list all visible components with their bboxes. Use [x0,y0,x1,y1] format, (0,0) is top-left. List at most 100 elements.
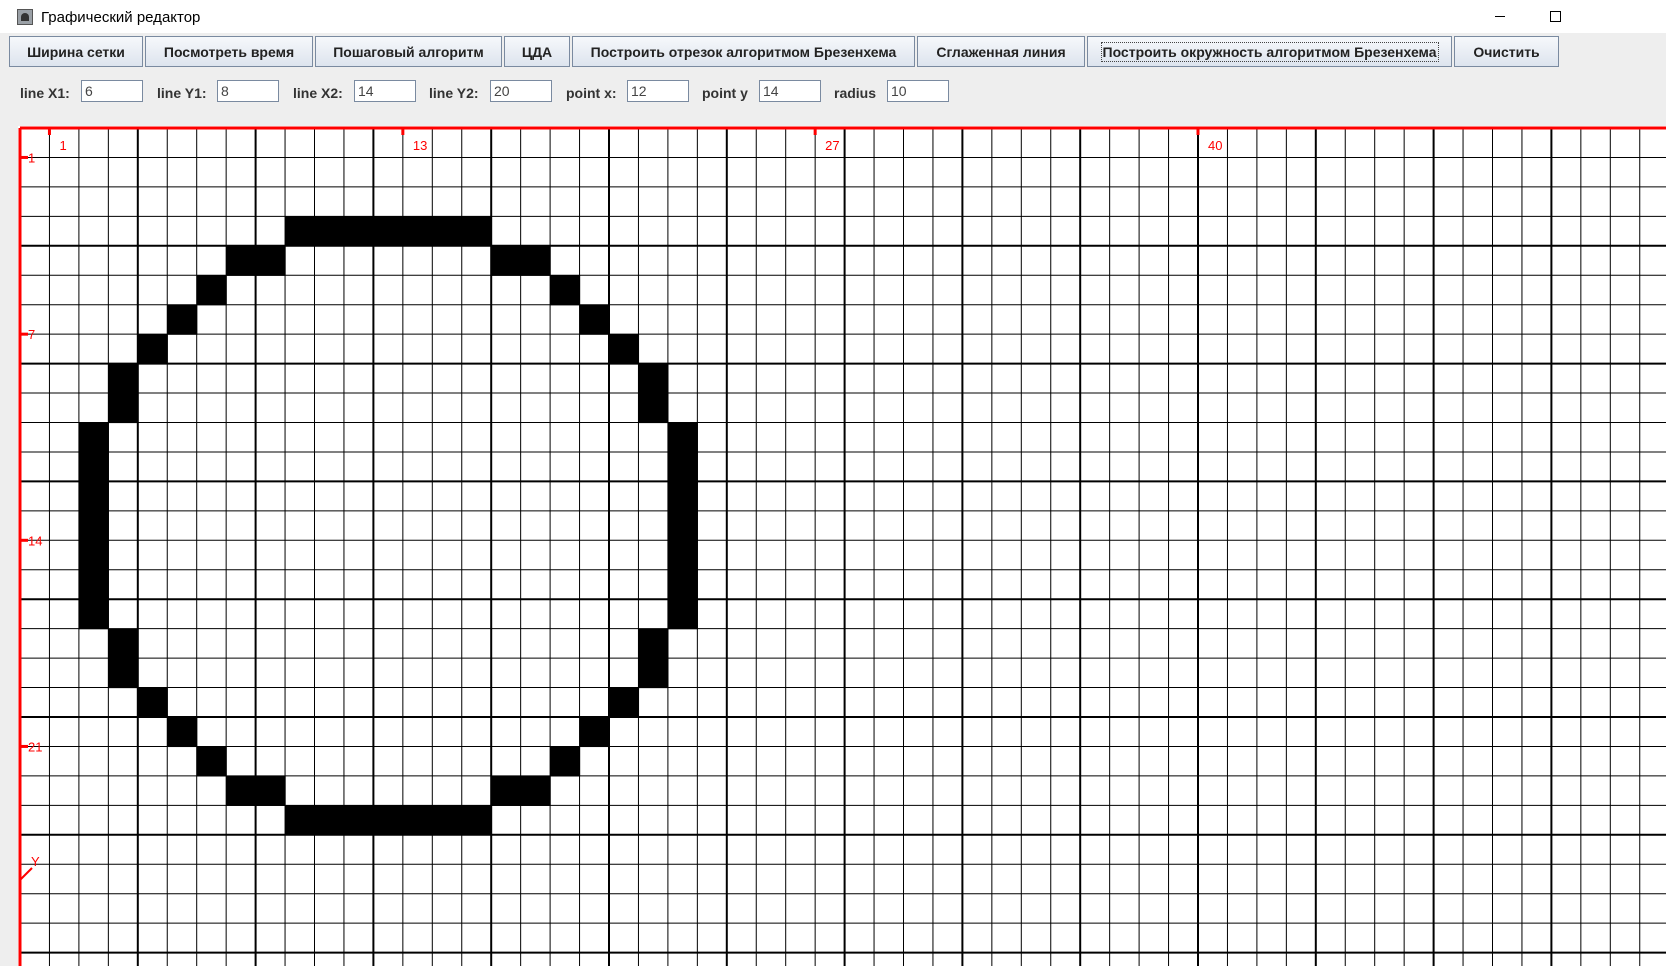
filled-pixel [520,775,551,806]
filled-pixel [373,216,404,247]
filled-pixel [638,628,669,659]
x-axis-tick-label: 13 [413,138,427,153]
filled-pixel [638,363,669,394]
filled-pixel [108,393,139,424]
smooth-line-button[interactable]: Сглаженная линия [917,36,1085,67]
bresenham-line-button-label: Построить отрезок алгоритмом Брезенхема [590,43,897,60]
filled-pixel [78,569,109,600]
radius-label: radius [834,85,877,101]
x-axis-tick-label: 40 [1208,138,1222,153]
filled-pixel [196,746,227,777]
filled-pixel [137,687,168,718]
y-axis-label: Y [31,854,40,869]
line-x2-label: line X2: [293,85,343,101]
filled-pixel [343,805,374,836]
line-y1-label: line Y1: [157,85,207,101]
step-algorithm-button[interactable]: Пошаговый алгоритм [315,36,502,67]
filled-pixel [167,717,198,748]
filled-pixel [78,599,109,630]
filled-pixel [609,334,640,365]
maximize-icon[interactable] [1545,6,1565,26]
filled-pixel [491,775,522,806]
dda-button-label: ЦДА [521,43,553,60]
filled-pixel [667,422,698,453]
step-algorithm-button-label: Пошаговый алгоритм [333,43,484,60]
filled-pixel [137,334,168,365]
filled-pixel [609,687,640,718]
filled-pixel [550,746,581,777]
dda-button[interactable]: ЦДА [504,36,570,67]
filled-pixel [226,245,257,276]
line-y1-input[interactable] [217,80,279,102]
filled-pixel [285,216,316,247]
filled-pixel [432,216,463,247]
filled-pixel [491,245,522,276]
smooth-line-button-label: Сглаженная линия [936,43,1066,60]
y-axis-tick-label: 1 [28,150,35,165]
filled-pixels [78,216,698,836]
y-axis-tick-label: 21 [28,739,42,754]
filled-pixel [226,775,257,806]
parameters-row: line X1: line Y1: line X2: line Y2: poin… [0,71,1666,121]
clear-button-label: Очистить [1473,43,1540,60]
minimize-icon[interactable] [1490,6,1510,26]
filled-pixel [667,451,698,482]
line-x1-label: line X1: [20,85,70,101]
view-time-button[interactable]: Посмотреть время [145,36,313,67]
filled-pixel [667,510,698,541]
filled-pixel [108,363,139,394]
bresenham-circle-button-label: Построить окружность алгоритмом Брезенхе… [1100,41,1439,62]
radius-input[interactable] [887,80,949,102]
y-axis-tick-label: 14 [28,533,42,548]
filled-pixel [550,275,581,306]
filled-pixel [78,510,109,541]
y-axis-tick-label: 7 [28,327,35,342]
filled-pixel [402,805,433,836]
filled-pixel [78,481,109,512]
x-axis-tick-label: 1 [59,138,66,153]
line-x1-input[interactable] [81,80,143,102]
bresenham-line-button[interactable]: Построить отрезок алгоритмом Брезенхема [572,36,915,67]
filled-pixel [78,540,109,571]
point-y-input[interactable] [759,80,821,102]
filled-pixel [667,540,698,571]
filled-pixel [667,569,698,600]
grid-width-button-label: Ширина сетки [27,43,125,60]
drawing-canvas[interactable]: 1 13 27 40 1 7 14 21 Y [18,126,1666,966]
filled-pixel [432,805,463,836]
line-y2-label: line Y2: [429,85,479,101]
filled-pixel [314,805,345,836]
clear-button[interactable]: Очистить [1454,36,1559,67]
filled-pixel [255,245,286,276]
filled-pixel [579,717,610,748]
toolbar: Ширина сетки Посмотреть время Пошаговый … [0,33,1666,71]
filled-pixel [108,658,139,689]
filled-pixel [78,422,109,453]
filled-pixel [373,805,404,836]
point-x-input[interactable] [627,80,689,102]
filled-pixel [108,628,139,659]
filled-pixel [402,216,433,247]
filled-pixel [520,245,551,276]
line-x2-input[interactable] [354,80,416,102]
point-y-label: point y [702,85,748,101]
filled-pixel [638,658,669,689]
filled-pixel [167,304,198,335]
filled-pixel [579,304,610,335]
window-title: Графический редактор [41,9,201,26]
filled-pixel [667,599,698,630]
title-bar: Графический редактор [0,0,1666,33]
filled-pixel [196,275,227,306]
filled-pixel [255,775,286,806]
filled-pixel [78,451,109,482]
line-y2-input[interactable] [490,80,552,102]
bresenham-circle-button[interactable]: Построить окружность алгоритмом Брезенхе… [1087,36,1452,67]
filled-pixel [667,481,698,512]
filled-pixel [461,216,492,247]
pixel-grid[interactable]: 1 13 27 40 1 7 14 21 Y [18,126,1666,966]
point-x-label: point x: [566,85,617,101]
view-time-button-label: Посмотреть время [163,43,295,60]
app-image-icon [17,9,33,25]
x-axis-tick-label: 27 [825,138,839,153]
grid-width-button[interactable]: Ширина сетки [9,36,143,67]
